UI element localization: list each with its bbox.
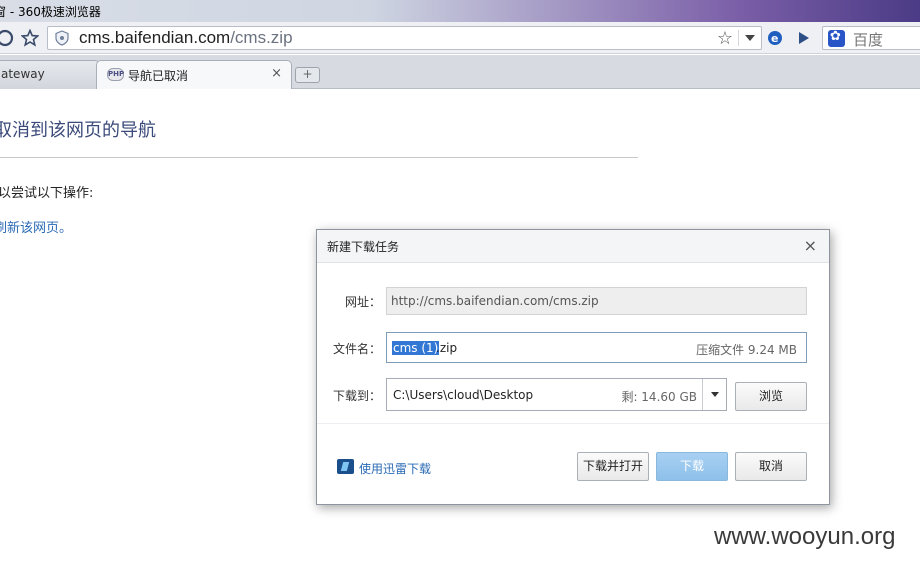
window-title: 窗 - 360极速浏览器 <box>0 5 101 19</box>
search-placeholder: 百度 <box>853 31 884 49</box>
baidu-paw-icon <box>828 29 845 47</box>
dialog-header: 新建下载任务 × <box>317 230 829 263</box>
file-size-info: 压缩文件 9.24 MB <box>696 343 797 357</box>
address-url: cms.baifendian.com/cms.zip <box>79 28 293 48</box>
cancel-button[interactable]: 取消 <box>735 452 807 481</box>
window-titlebar: 窗 - 360极速浏览器 <box>0 0 920 22</box>
save-path-value: C:\Users\cloud\Desktop <box>393 388 534 402</box>
browse-button[interactable]: 浏览 <box>735 382 807 411</box>
divider <box>0 157 638 158</box>
new-download-dialog: 新建下载任务 × 网址： http://cms.baifendian.com/c… <box>316 229 830 505</box>
download-url-value: http://cms.baifendian.com/cms.zip <box>391 294 599 308</box>
download-button[interactable]: 下载 <box>656 452 728 481</box>
svg-text:e: e <box>771 32 778 45</box>
filename-selected-text: cms (1) <box>392 341 440 355</box>
watermark: www.wooyun.org <box>714 523 896 550</box>
path-dropdown-icon[interactable] <box>702 379 726 410</box>
download-url-field: http://cms.baifendian.com/cms.zip <box>386 287 807 315</box>
filename-extension: .zip <box>436 341 458 355</box>
security-shield-icon <box>55 30 69 46</box>
save-to-label: 下载到： <box>333 389 382 403</box>
refresh-page-link[interactable]: 刷新该网页。 <box>0 217 72 236</box>
php-favicon-icon: PHP <box>107 68 124 81</box>
dialog-close-icon[interactable]: × <box>804 236 817 255</box>
tab-strip: ateway PHP 导航已取消 × + <box>0 55 920 89</box>
download-and-open-button[interactable]: 下载并打开 <box>577 452 649 481</box>
filename-input[interactable]: cms (1) .zip 压缩文件 9.24 MB <box>386 332 807 363</box>
suggestion-text: 以尝试以下操作: <box>0 186 94 201</box>
thunder-icon <box>337 459 354 474</box>
search-box[interactable]: 百度 <box>822 26 920 50</box>
save-path-input[interactable]: C:\Users\cloud\Desktop 剩: 14.60 GB <box>386 378 727 411</box>
url-host: cms.baifendian.com <box>79 28 231 47</box>
ie-mode-icon[interactable]: e <box>764 27 786 49</box>
back-arrow-icon[interactable] <box>0 27 16 49</box>
bookmark-star-icon[interactable]: ☆ <box>717 28 733 49</box>
dialog-title: 新建下载任务 <box>327 240 400 254</box>
page-title: 取消到该网页的导航 <box>0 120 156 141</box>
url-path: /cms.zip <box>230 28 293 47</box>
url-label: 网址： <box>345 295 382 309</box>
filename-label: 文件名： <box>333 342 382 356</box>
address-dropdown-icon[interactable] <box>745 35 755 41</box>
new-tab-button[interactable]: + <box>295 67 320 83</box>
play-icon[interactable] <box>792 27 814 49</box>
address-separator <box>738 30 739 46</box>
star-icon[interactable] <box>19 27 41 49</box>
address-bar[interactable]: cms.baifendian.com/cms.zip ☆ <box>47 26 762 50</box>
tab-label: ateway <box>1 67 45 81</box>
tab-close-icon[interactable]: × <box>271 66 282 81</box>
tab-navigation-cancelled[interactable]: PHP 导航已取消 × <box>96 60 292 89</box>
tab-gateway[interactable]: ateway <box>0 60 100 89</box>
navigation-bar: cms.baifendian.com/cms.zip ☆ e 百度 <box>0 22 920 54</box>
tab-label: 导航已取消 <box>128 69 189 83</box>
free-space-text: 剩: 14.60 GB <box>621 390 697 404</box>
dialog-divider <box>317 423 829 424</box>
use-thunder-link[interactable]: 使用迅雷下载 <box>359 460 431 477</box>
